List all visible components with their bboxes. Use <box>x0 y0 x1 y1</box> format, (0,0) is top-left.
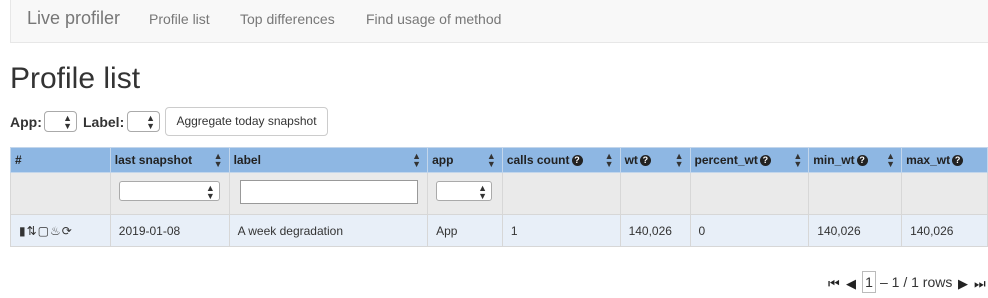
label-filter-input[interactable] <box>239 180 418 204</box>
filter-cell <box>689 172 810 215</box>
column-header-last-snapshot[interactable]: last snapshot ▲ ▼ <box>109 147 230 173</box>
column-title: last snapshot <box>114 153 193 167</box>
cell-percent-wt: 0 <box>689 214 810 247</box>
last-snapshot-filter-select[interactable]: ▲ ▼ <box>118 181 220 201</box>
select-arrows-icon: ▲ ▼ <box>63 113 72 131</box>
brand-link[interactable]: Live profiler <box>27 8 120 29</box>
help-icon[interactable]: ? <box>952 155 964 166</box>
help-icon[interactable]: ? <box>571 155 583 166</box>
next-page-icon[interactable]: ▶ <box>958 276 968 292</box>
nav-find-usage[interactable]: Find usage of method <box>366 11 501 27</box>
filter-row: ▲ ▼ ▲ ▼ <box>10 172 988 215</box>
cell-label: A week degradation <box>228 214 429 247</box>
sort-icon: ▲ ▼ <box>486 151 496 169</box>
top-navbar: Live profiler Profile list Top differenc… <box>10 0 988 43</box>
app-filter-label: App: <box>10 114 42 130</box>
nav-profile-list[interactable]: Profile list <box>149 11 210 27</box>
label-filter-label: Label: <box>83 114 125 130</box>
sort-icon: ▲ ▼ <box>886 151 896 169</box>
sort-icon: ▲ ▼ <box>793 151 803 169</box>
column-header-max-wt[interactable]: max_wt? <box>901 147 988 173</box>
column-title: # <box>15 153 22 167</box>
column-title: wt <box>624 153 638 167</box>
cell-wt: 140,026 <box>619 214 691 247</box>
table-row: ▮⇅▢♨⟳ 2019-01-08 A week degradation App … <box>10 214 988 247</box>
column-header-app[interactable]: app ▲ ▼ <box>427 147 503 173</box>
column-title: app <box>432 153 454 167</box>
page-number-input[interactable]: 1 <box>862 271 876 293</box>
aggregate-snapshot-button[interactable]: Aggregate today snapshot <box>165 107 328 136</box>
column-title: max_wt <box>906 153 951 167</box>
sort-icon: ▲ ▼ <box>412 151 422 169</box>
column-header-calls-count[interactable]: calls count? ▲ ▼ <box>501 147 621 173</box>
sort-icon: ▲ ▼ <box>674 151 684 169</box>
filter-cell <box>808 172 903 215</box>
select-arrows-icon: ▲ ▼ <box>146 113 155 131</box>
sort-icon: ▲ ▼ <box>213 151 223 169</box>
prev-page-icon[interactable]: ◀ <box>846 276 856 292</box>
cell-max-wt: 140,026 <box>901 214 988 247</box>
column-title: label <box>233 153 261 167</box>
app-select[interactable]: ▲ ▼ <box>44 111 77 132</box>
sort-icon: ▲ ▼ <box>604 151 614 169</box>
filter-cell <box>901 172 988 215</box>
column-title: percent_wt <box>694 153 758 167</box>
app-filter-select[interactable]: ▲ ▼ <box>436 181 493 201</box>
help-icon[interactable]: ? <box>759 155 771 166</box>
cell-app: App <box>427 214 503 247</box>
filter-cell <box>228 172 429 215</box>
column-title: min_wt <box>813 153 855 167</box>
column-header-id: # <box>10 147 111 173</box>
column-header-wt[interactable]: wt? ▲ ▼ <box>619 147 691 173</box>
page-title: Profile list <box>10 62 141 95</box>
filter-cell: ▲ ▼ <box>427 172 503 215</box>
first-page-icon[interactable]: ⏮ <box>828 276 840 292</box>
profile-table: # last snapshot ▲ ▼ label ▲ ▼ app ▲ ▼ calls co… <box>10 147 988 247</box>
select-arrows-icon: ▲ ▼ <box>478 183 488 201</box>
cell-calls-count: 1 <box>501 214 621 247</box>
column-header-min-wt[interactable]: min_wt? ▲ ▼ <box>808 147 903 173</box>
filter-cell: ▲ ▼ <box>109 172 230 215</box>
last-page-icon[interactable]: ⏭ <box>974 276 986 292</box>
filter-cell <box>10 172 111 215</box>
filter-cell <box>501 172 621 215</box>
nav-top-differences[interactable]: Top differences <box>240 11 335 27</box>
action-icons[interactable]: ▮⇅▢♨⟳ <box>19 224 73 238</box>
help-icon[interactable]: ? <box>856 155 868 166</box>
help-icon[interactable]: ? <box>639 155 651 166</box>
cell-min-wt: 140,026 <box>808 214 903 247</box>
cell-last-snapshot: 2019-01-08 <box>109 214 230 247</box>
column-header-label[interactable]: label ▲ ▼ <box>228 147 429 173</box>
label-select[interactable]: ▲ ▼ <box>127 111 160 132</box>
column-header-percent-wt[interactable]: percent_wt? ▲ ▼ <box>689 147 810 173</box>
column-title: calls count <box>506 153 570 167</box>
filter-cell <box>619 172 691 215</box>
select-arrows-icon: ▲ ▼ <box>205 183 215 201</box>
row-actions[interactable]: ▮⇅▢♨⟳ <box>10 214 111 247</box>
pager-range-text: – 1 / 1 rows <box>880 274 953 290</box>
